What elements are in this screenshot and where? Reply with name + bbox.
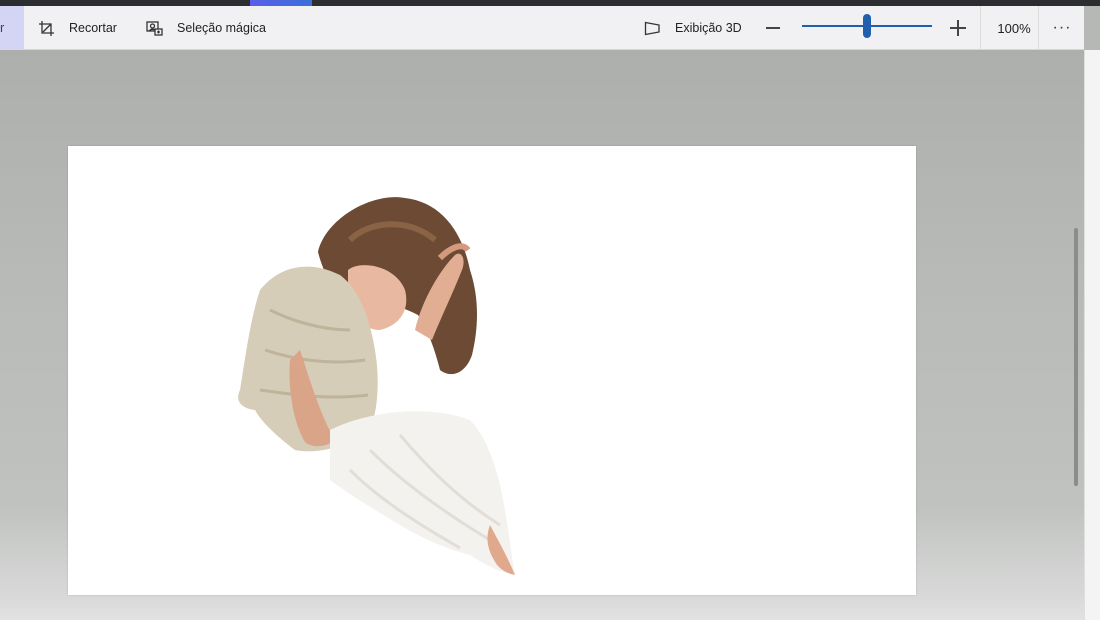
toolbar-divider	[980, 6, 981, 50]
magic-select-button[interactable]: Seleção mágica	[146, 6, 266, 50]
zoom-slider-thumb[interactable]	[863, 14, 871, 38]
drawing-canvas[interactable]	[68, 146, 916, 595]
view-3d-button[interactable]: Exibição 3D	[644, 6, 742, 50]
crop-icon	[39, 20, 54, 36]
workspace-area	[0, 50, 1084, 620]
vertical-scrollbar-thumb[interactable]	[1074, 228, 1078, 486]
minus-icon	[766, 27, 780, 29]
partial-toolbar-label: r	[0, 20, 5, 35]
vertical-scrollbar[interactable]	[1084, 50, 1100, 620]
toolbar: r Recortar Seleção mágica Exibição 3D 10…	[0, 6, 1084, 50]
crop-button-label: Recortar	[69, 21, 117, 35]
magic-select-icon	[146, 20, 163, 36]
toolbar-divider	[1038, 6, 1039, 50]
crop-button[interactable]: Recortar	[38, 6, 117, 50]
plus-icon-vertical	[957, 20, 959, 36]
cutout-photo	[238, 197, 515, 575]
partial-toolbar-item[interactable]: r	[0, 6, 24, 50]
more-options-button[interactable]: ···	[1040, 6, 1084, 50]
view-3d-icon	[644, 21, 660, 35]
zoom-percentage[interactable]: 100%	[990, 6, 1038, 50]
view-3d-button-label: Exibição 3D	[675, 21, 742, 35]
magic-select-button-label: Seleção mágica	[177, 21, 266, 35]
